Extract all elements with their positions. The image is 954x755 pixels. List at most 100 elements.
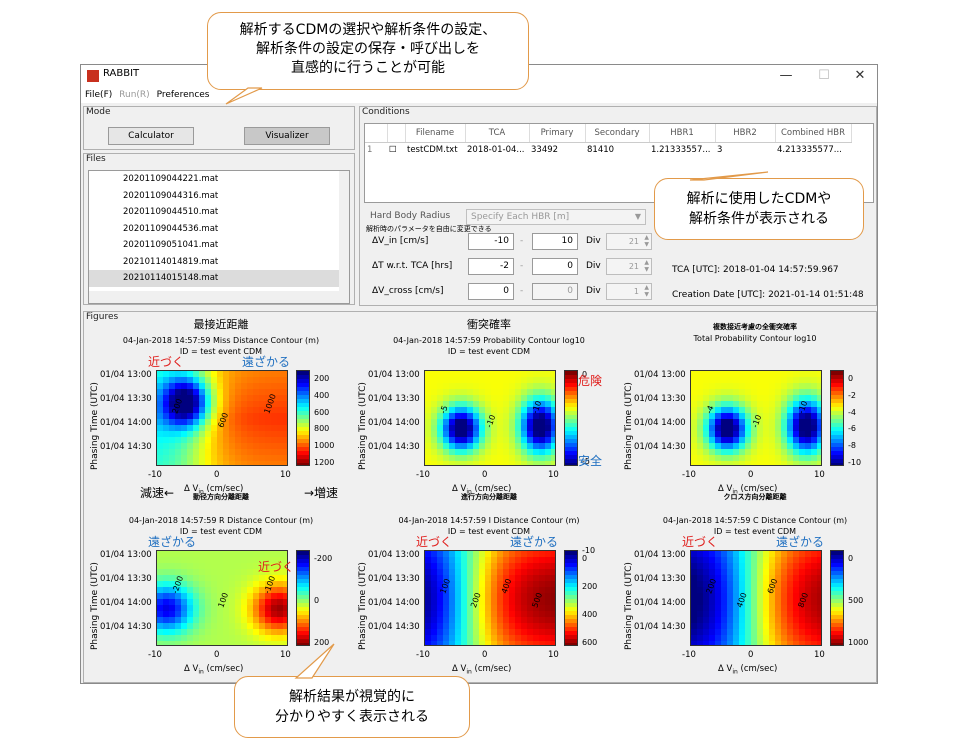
contour-cell	[425, 575, 432, 582]
calculator-button[interactable]: Calculator	[108, 127, 194, 145]
visualizer-button[interactable]: Visualizer	[244, 127, 330, 145]
contour-plot-area[interactable]: 200400600800	[690, 550, 822, 646]
contour-cell	[467, 389, 474, 396]
table-header[interactable]: Primary	[529, 124, 586, 143]
contour-cell	[485, 395, 492, 402]
contour-cell	[211, 377, 218, 384]
table-header[interactable]: HBR2	[715, 124, 776, 143]
maximize-button[interactable]: ☐	[809, 66, 839, 86]
contour-cell	[527, 383, 534, 390]
contour-cell	[727, 389, 734, 396]
contour-plot-area[interactable]: -4-10-10	[690, 370, 822, 466]
table-header[interactable]	[387, 124, 406, 143]
contour-cell	[769, 641, 776, 645]
contour-cell	[491, 605, 498, 612]
contour-cell	[271, 383, 278, 390]
contour-cell	[515, 611, 522, 618]
colorbar-segment	[565, 587, 577, 592]
contour-cell	[697, 599, 704, 606]
contour-cell	[211, 557, 218, 564]
contour-plot-area[interactable]: 2006001000	[156, 370, 288, 466]
file-list-item[interactable]: 20201109044221.mat	[89, 171, 349, 188]
close-button[interactable]: ✕	[845, 66, 875, 86]
contour-cell	[503, 563, 510, 570]
contour-cell	[241, 455, 248, 462]
colorbar-segment	[831, 567, 843, 572]
param-max-input[interactable]: 0	[532, 283, 578, 300]
param-min-input[interactable]: -2	[468, 258, 514, 275]
x-tick-label: 10	[280, 470, 291, 480]
file-list-item[interactable]: 20201109044316.mat	[89, 188, 349, 205]
contour-cell	[157, 377, 164, 384]
contour-cell	[253, 581, 260, 588]
colorbar-segment	[297, 407, 309, 412]
table-header[interactable]: Combined HBR	[775, 124, 852, 143]
colorbar-tick: 1000	[848, 638, 869, 647]
contour-cell	[503, 629, 510, 636]
contour-cell	[733, 401, 740, 408]
div-spinner[interactable]: 21 ▲ ▼	[606, 258, 652, 275]
contour-cell	[259, 413, 266, 420]
file-list-item[interactable]: 20210114014819.mat	[89, 254, 349, 271]
contour-cell	[491, 587, 498, 594]
list-hscrollbar[interactable]	[89, 291, 349, 303]
menu-run[interactable]: Run(R)	[119, 87, 150, 103]
param-min-input[interactable]: 0	[468, 283, 514, 300]
contour-cell	[211, 401, 218, 408]
contour-cell	[509, 425, 516, 432]
minimize-button[interactable]: —	[771, 66, 801, 86]
colorbar-segment	[831, 431, 843, 436]
row-checkbox[interactable]: ☐	[387, 142, 405, 157]
colorbar-segment	[565, 599, 577, 604]
contour-cell	[697, 401, 704, 408]
list-vscrollbar[interactable]	[339, 171, 349, 291]
contour-cell	[181, 557, 188, 564]
table-header[interactable]	[365, 124, 388, 143]
param-max-input[interactable]: 0	[532, 258, 578, 275]
contour-cell	[769, 437, 776, 444]
div-spinner[interactable]: 21 ▲ ▼	[606, 233, 652, 250]
table-header[interactable]: Secondary	[585, 124, 650, 143]
contour-cell	[715, 371, 722, 378]
contour-cell	[551, 425, 555, 432]
table-header[interactable]: HBR1	[649, 124, 716, 143]
contour-cell	[491, 431, 498, 438]
y-tick-label: 01/04 13:30	[100, 574, 152, 584]
contour-cell	[691, 449, 698, 456]
contour-cell	[709, 437, 716, 444]
contour-cell	[721, 611, 728, 618]
contour-cell	[703, 371, 710, 378]
y-tick-label: 01/04 13:30	[100, 394, 152, 404]
contour-cell	[479, 377, 486, 384]
table-header[interactable]: Filename	[405, 124, 466, 143]
contour-cell	[811, 383, 818, 390]
file-list-item[interactable]: 20201109044510.mat	[89, 204, 349, 221]
contour-plot-area[interactable]: -5-10-10	[424, 370, 556, 466]
menu-preferences[interactable]: Preferences	[157, 87, 210, 103]
contour-cell	[739, 581, 746, 588]
param-min-input[interactable]: -10	[468, 233, 514, 250]
file-list-item[interactable]: 20210114015148.mat	[89, 270, 349, 287]
contour-cell	[545, 557, 552, 564]
contour-cell	[205, 395, 212, 402]
contour-cell	[473, 629, 480, 636]
contour-plot-area[interactable]: 100200400500	[424, 550, 556, 646]
file-list-item[interactable]: 20201109051041.mat	[89, 237, 349, 254]
contour-cell	[455, 635, 462, 642]
param-max-input[interactable]: 10	[532, 233, 578, 250]
contour-cell	[181, 377, 188, 384]
contour-cell	[223, 629, 230, 636]
contour-cell	[473, 455, 480, 462]
contour-cell	[721, 581, 728, 588]
plot-subtitle: ID = test event CDM	[179, 527, 263, 536]
hbr-select[interactable]: Specify Each HBR [m] ▼	[466, 209, 646, 225]
contour-cell	[769, 395, 776, 402]
file-list-item[interactable]: 20201109044536.mat	[89, 221, 349, 238]
div-spinner[interactable]: 1 ▲ ▼	[606, 283, 652, 300]
contour-cell	[491, 455, 498, 462]
menu-file[interactable]: File(F)	[85, 87, 112, 103]
contour-cell	[781, 401, 788, 408]
file-list[interactable]: 20201109044221.mat 20201109044316.mat 2020…	[88, 170, 350, 304]
table-header[interactable]: TCA	[465, 124, 530, 143]
contour-cell	[739, 395, 746, 402]
